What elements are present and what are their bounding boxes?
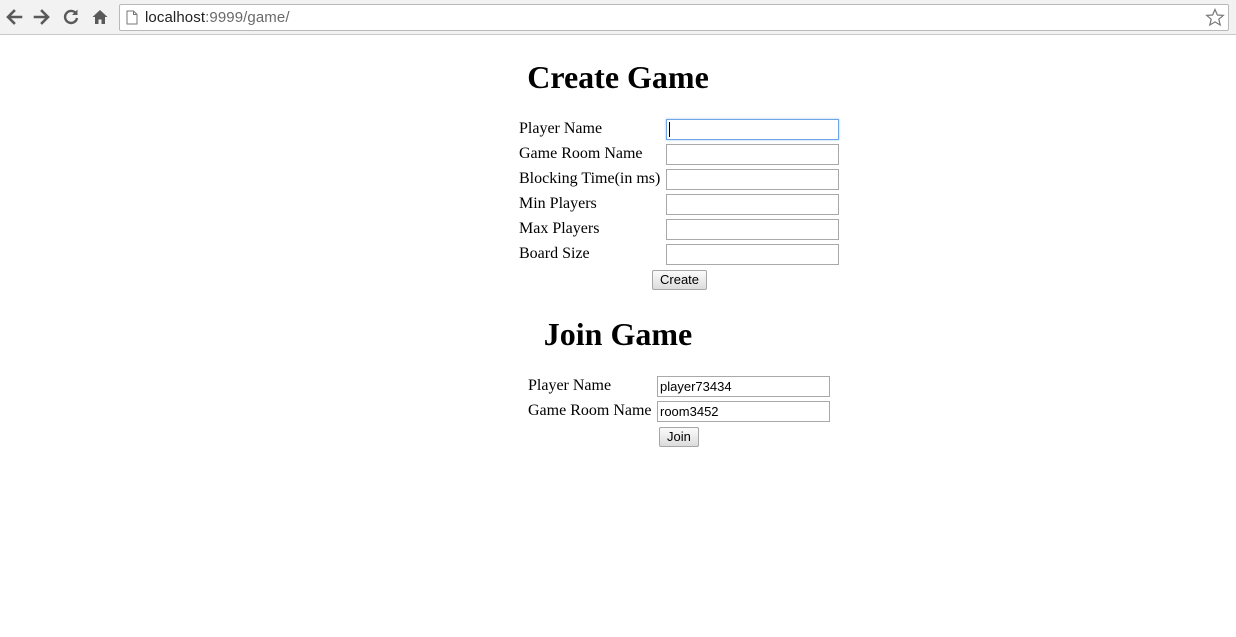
join-player-name-label: Player Name: [528, 377, 612, 394]
reload-icon: [63, 9, 79, 25]
max-players-input[interactable]: [666, 219, 839, 240]
join-player-name-input[interactable]: player73434: [657, 376, 830, 397]
player-name-label: Player Name: [519, 120, 603, 137]
forward-arrow-icon: [33, 9, 50, 25]
min-players-input[interactable]: [666, 194, 839, 215]
blocking-time-input[interactable]: [666, 169, 839, 190]
create-button[interactable]: Create: [652, 270, 708, 290]
join-game-room-name-input[interactable]: room3452: [657, 401, 830, 422]
board-size-input[interactable]: [666, 244, 839, 265]
forward-button[interactable]: [31, 6, 53, 28]
bookmark-star-icon[interactable]: [1205, 8, 1225, 27]
create-game-room-name-input[interactable]: [666, 144, 839, 165]
create-game-heading: Create Game: [527, 59, 709, 95]
create-player-name-input[interactable]: [666, 119, 839, 140]
browser-toolbar: localhost:9999/game/: [0, 0, 1236, 35]
back-arrow-icon: [6, 9, 23, 25]
back-button[interactable]: [3, 6, 25, 28]
join-button[interactable]: Join: [659, 427, 699, 447]
address-bar[interactable]: localhost:9999/game/: [119, 4, 1229, 31]
blocking-time-label: Blocking Time(in ms): [519, 170, 661, 187]
home-button[interactable]: [89, 6, 111, 28]
board-size-label: Board Size: [519, 245, 590, 262]
url-text: localhost:9999/game/: [145, 9, 290, 26]
join-game-heading: Join Game: [543, 316, 693, 352]
max-players-label: Max Players: [519, 220, 600, 237]
join-game-room-name-label: Game Room Name: [528, 402, 652, 419]
reload-button[interactable]: [60, 6, 82, 28]
min-players-label: Min Players: [519, 195, 597, 212]
page-icon: [126, 10, 138, 25]
home-icon: [92, 10, 108, 24]
game-room-name-label: Game Room Name: [519, 145, 643, 162]
